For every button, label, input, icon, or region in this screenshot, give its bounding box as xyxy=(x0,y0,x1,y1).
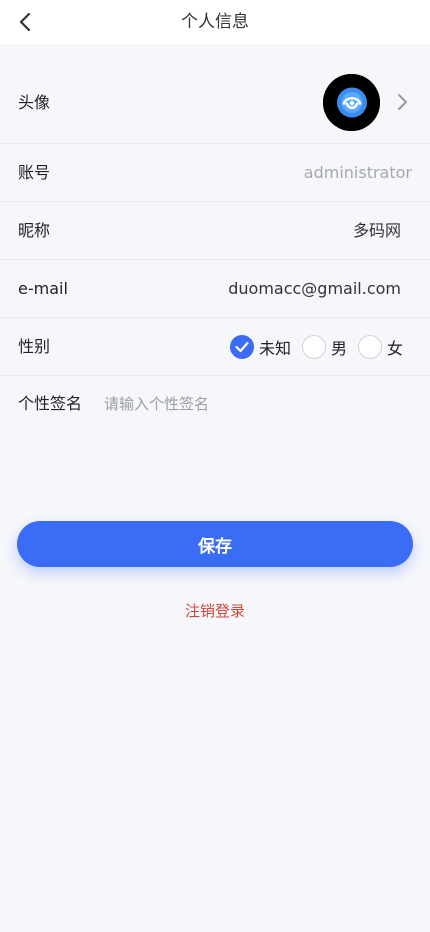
account-label: 账号 xyxy=(18,163,51,182)
checkmark-icon xyxy=(235,341,249,352)
gender-label: 性别 xyxy=(18,337,51,356)
gender-text-female: 女 xyxy=(386,338,403,358)
email-value[interactable]: duomacc@gmail.com xyxy=(228,260,401,318)
save-button[interactable]: 保存 xyxy=(17,521,413,567)
radio-unchecked[interactable] xyxy=(301,334,326,359)
signature-input[interactable] xyxy=(104,390,404,418)
signature-label: 个性签名 xyxy=(18,394,83,413)
nickname-label: 昵称 xyxy=(18,221,51,240)
email-row[interactable]: e-mail duomacc@gmail.com xyxy=(0,260,430,318)
avatar[interactable] xyxy=(323,74,380,131)
email-label: e-mail xyxy=(18,279,68,298)
nav-bar: 个人信息 xyxy=(0,0,430,44)
gender-option-unknown[interactable]: 未知 xyxy=(229,334,291,359)
avatar-label: 头像 xyxy=(18,93,51,112)
gender-row: 性别 未知 男 女 xyxy=(0,318,430,376)
page-title: 个人信息 xyxy=(181,12,249,32)
avatar-logo-icon xyxy=(323,74,380,131)
profile-form: 头像 账号 administrator 昵称 多码网 e-mail duomac… xyxy=(0,61,430,432)
radio-unchecked[interactable] xyxy=(357,334,382,359)
gender-option-female[interactable]: 女 xyxy=(357,334,403,359)
radio-checked[interactable] xyxy=(229,334,254,359)
gender-text-male: 男 xyxy=(330,338,347,358)
signature-row: 个性签名 xyxy=(0,376,430,432)
account-row: 账号 administrator xyxy=(0,144,430,202)
account-value: administrator xyxy=(303,163,412,182)
chevron-right-icon[interactable] xyxy=(394,92,410,112)
nickname-row[interactable]: 昵称 多码网 xyxy=(0,202,430,260)
logout-link[interactable]: 注销登录 xyxy=(0,600,430,621)
gender-option-male[interactable]: 男 xyxy=(301,334,347,359)
avatar-row[interactable]: 头像 xyxy=(0,61,430,144)
gender-radio-group: 未知 男 女 xyxy=(229,318,403,375)
nickname-value[interactable]: 多码网 xyxy=(353,202,401,260)
gender-text-unknown: 未知 xyxy=(258,338,291,358)
